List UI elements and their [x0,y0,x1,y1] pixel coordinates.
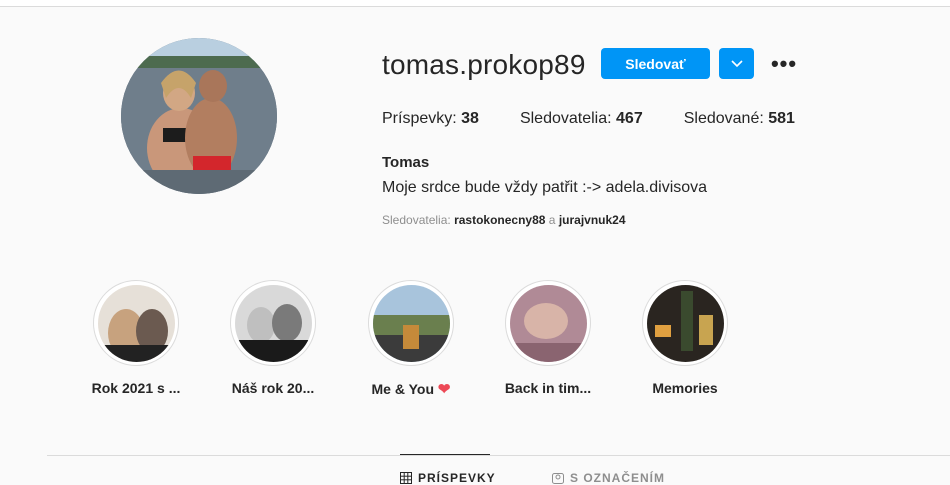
top-bar [0,0,950,7]
tabs-divider [47,455,950,456]
highlight-label: Back in tim... [504,380,592,396]
highlight-label: Me & You ❤ [371,381,451,398]
tab-posts[interactable]: PRÍSPEVKY [400,471,496,485]
highlight-cover [646,284,724,362]
tab-tagged[interactable]: S OZNAČENÍM [552,471,665,485]
tag-icon [552,473,564,484]
highlight-cover [234,284,312,362]
active-tab-indicator [400,454,490,455]
follow-button[interactable]: Sledovať [601,48,710,79]
highlight-ring [230,280,316,366]
highlight-ring [642,280,728,366]
more-options-icon: ••• [770,51,798,76]
profile-avatar[interactable] [121,38,277,194]
grid-icon [400,472,412,484]
highlight-ring [93,280,179,366]
chevron-down-icon [730,59,743,67]
highlight-cover [509,284,587,362]
highlight-item[interactable]: Rok 2021 s ... [76,280,196,396]
heart-icon: ❤ [437,381,451,398]
highlight-cover [372,284,450,362]
followed-by-user[interactable]: jurajvnuk24 [559,213,626,227]
profile-stats: Príspevky: 38 Sledovatelia: 467 Sledovan… [382,110,836,128]
highlight-label: Memories [652,380,718,396]
highlight-item[interactable]: Me & You ❤ [351,280,471,398]
stat-following[interactable]: Sledované: 581 [684,110,795,128]
profile-bio: Moje srdce bude vždy patřit :-> adela.di… [382,179,708,196]
followed-by-line[interactable]: Sledovatelia: rastokonecny88 a jurajvnuk… [382,213,626,227]
profile-full-name: Tomas [382,154,430,171]
highlight-item[interactable]: Back in tim... [488,280,608,396]
highlight-label: Náš rok 20... [231,380,315,396]
more-options-button[interactable]: ••• [770,51,798,76]
profile-username: tomas.prokop89 [382,49,586,80]
highlight-cover [97,284,175,362]
followed-by-user[interactable]: rastokonecny88 [454,213,545,227]
highlight-ring [505,280,591,366]
stat-followers[interactable]: Sledovatelia: 467 [520,110,643,128]
highlight-label: Rok 2021 s ... [91,380,181,396]
highlight-item[interactable]: Náš rok 20... [213,280,333,396]
highlight-ring [368,280,454,366]
highlight-item[interactable]: Memories [625,280,745,396]
suggestions-dropdown-button[interactable] [719,48,754,79]
stat-posts: Príspevky: 38 [382,110,479,127]
